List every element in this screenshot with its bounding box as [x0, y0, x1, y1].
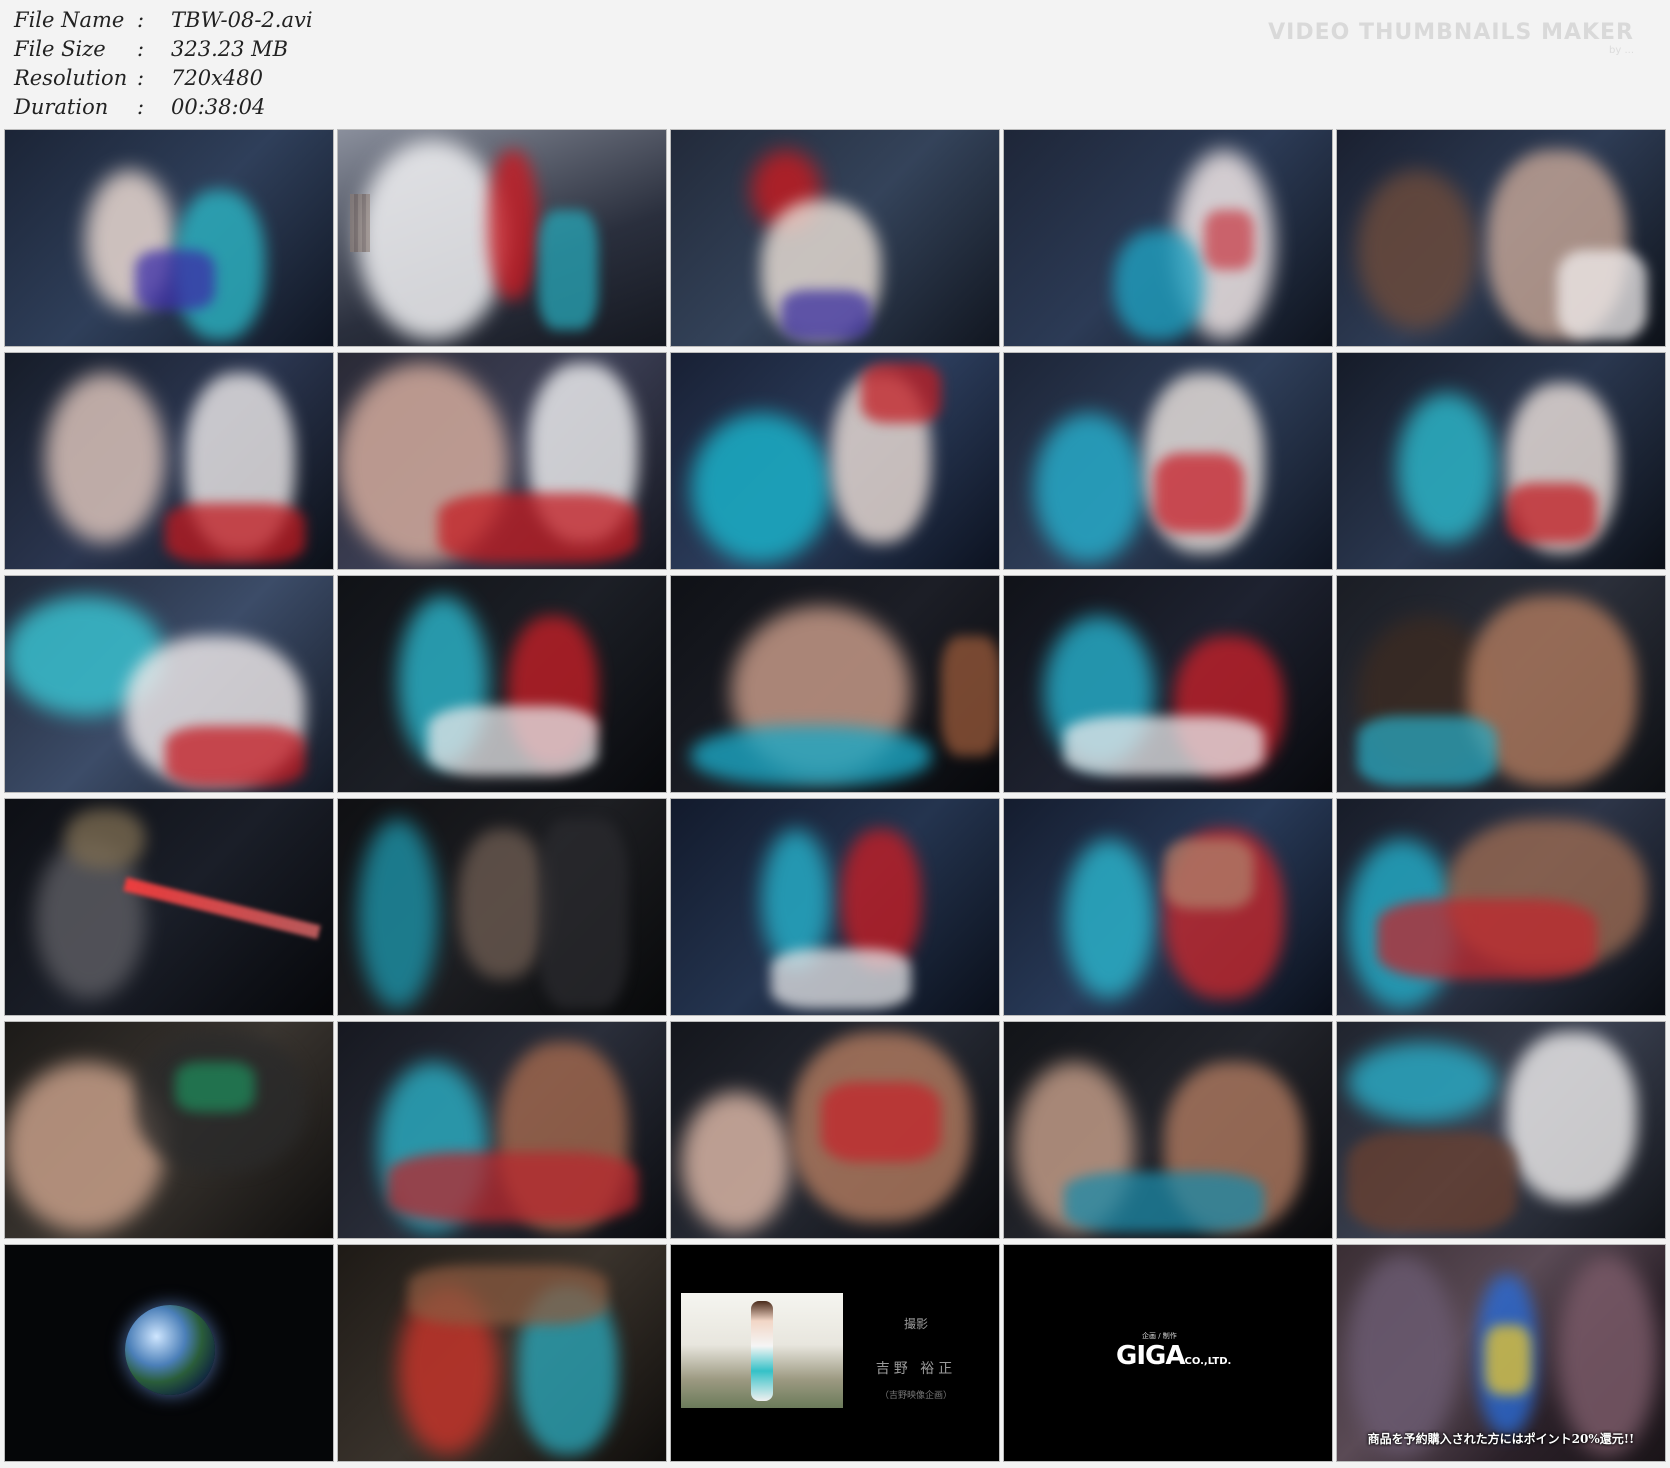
credit-inset-image [681, 1293, 843, 1408]
credit-company: （吉野映像企画） [879, 1391, 952, 1401]
duration-row: Duration : 00:38:04 [14, 93, 313, 122]
watermark: VIDEO THUMBNAILS MAKER by ... [1268, 20, 1634, 56]
thumbnail [4, 1244, 334, 1462]
mosaic-block [350, 194, 370, 252]
separator: : [137, 8, 145, 32]
thumbnail [4, 129, 334, 347]
giga-logo-suffix: CO.,LTD. [1184, 1356, 1232, 1367]
credit-text: 撮影 吉野 裕正 （吉野映像企画） [856, 1315, 976, 1401]
thumbnail [337, 352, 667, 570]
thumbnail-grid: 撮影 吉野 裕正 （吉野映像企画） 企画 / 制作 GIGACO.,LTD. 商… [4, 129, 1666, 1462]
thumbnail [1336, 352, 1666, 570]
thumbnail [1003, 352, 1333, 570]
thumbnail [1336, 1021, 1666, 1239]
separator: : [137, 95, 145, 119]
thumbnail [4, 575, 334, 793]
file-name-row: File Name : TBW-08-2.avi [14, 6, 313, 35]
thumbnail [1003, 798, 1333, 1016]
thumbnail [670, 1021, 1000, 1239]
file-size-label: File Size [14, 37, 106, 61]
resolution-value: 720x480 [171, 66, 264, 90]
thumbnail [4, 798, 334, 1016]
thumbnail [337, 1021, 667, 1239]
giga-logo-small: 企画 / 制作 [1142, 1332, 1177, 1340]
giga-logo-main: GIGA [1116, 1341, 1185, 1371]
thumbnail [1336, 575, 1666, 793]
file-size-row: File Size : 323.23 MB [14, 35, 313, 64]
thumbnail: 商品を予約購入された方にはポイント20%還元!! [1336, 1244, 1666, 1462]
resolution-row: Resolution : 720x480 [14, 64, 313, 93]
resolution-label: Resolution [14, 66, 128, 90]
credit-name: 吉野 裕正 [875, 1361, 957, 1377]
credit-role: 撮影 [903, 1317, 928, 1331]
watermark-title: VIDEO THUMBNAILS MAKER [1268, 20, 1634, 45]
thumbnail [670, 129, 1000, 347]
thumbnail [1003, 575, 1333, 793]
thumbnail [670, 798, 1000, 1016]
duration-value: 00:38:04 [171, 95, 266, 119]
separator: : [137, 37, 145, 61]
duration-label: Duration [14, 95, 109, 119]
thumbnail [4, 1021, 334, 1239]
promo-caption: 商品を予約購入された方にはポイント20%還元!! [1367, 1432, 1635, 1446]
thumbnail [1003, 129, 1333, 347]
thumbnail [337, 1244, 667, 1462]
thumbnail [670, 352, 1000, 570]
thumbnail [1336, 129, 1666, 347]
file-size-value: 323.23 MB [171, 37, 289, 61]
file-name-label: File Name [14, 8, 125, 32]
watermark-subtitle: by ... [1609, 45, 1634, 56]
laser-beam [123, 877, 321, 940]
file-info-block: File Name : TBW-08-2.avi File Size : 323… [14, 6, 313, 122]
separator: : [137, 66, 145, 90]
thumbnail [4, 352, 334, 570]
thumbnail: 撮影 吉野 裕正 （吉野映像企画） [670, 1244, 1000, 1462]
figure [751, 1301, 773, 1401]
thumbnail [670, 575, 1000, 793]
giga-logo: 企画 / 制作 GIGACO.,LTD. [1116, 1331, 1231, 1371]
thumbnail [337, 129, 667, 347]
file-name-value: TBW-08-2.avi [171, 8, 313, 32]
thumbnail [1336, 798, 1666, 1016]
thumbnail [1003, 1021, 1333, 1239]
thumbnail: 企画 / 制作 GIGACO.,LTD. [1003, 1244, 1333, 1462]
thumbnail [337, 575, 667, 793]
thumbnail [337, 798, 667, 1016]
earth-image [125, 1305, 215, 1395]
